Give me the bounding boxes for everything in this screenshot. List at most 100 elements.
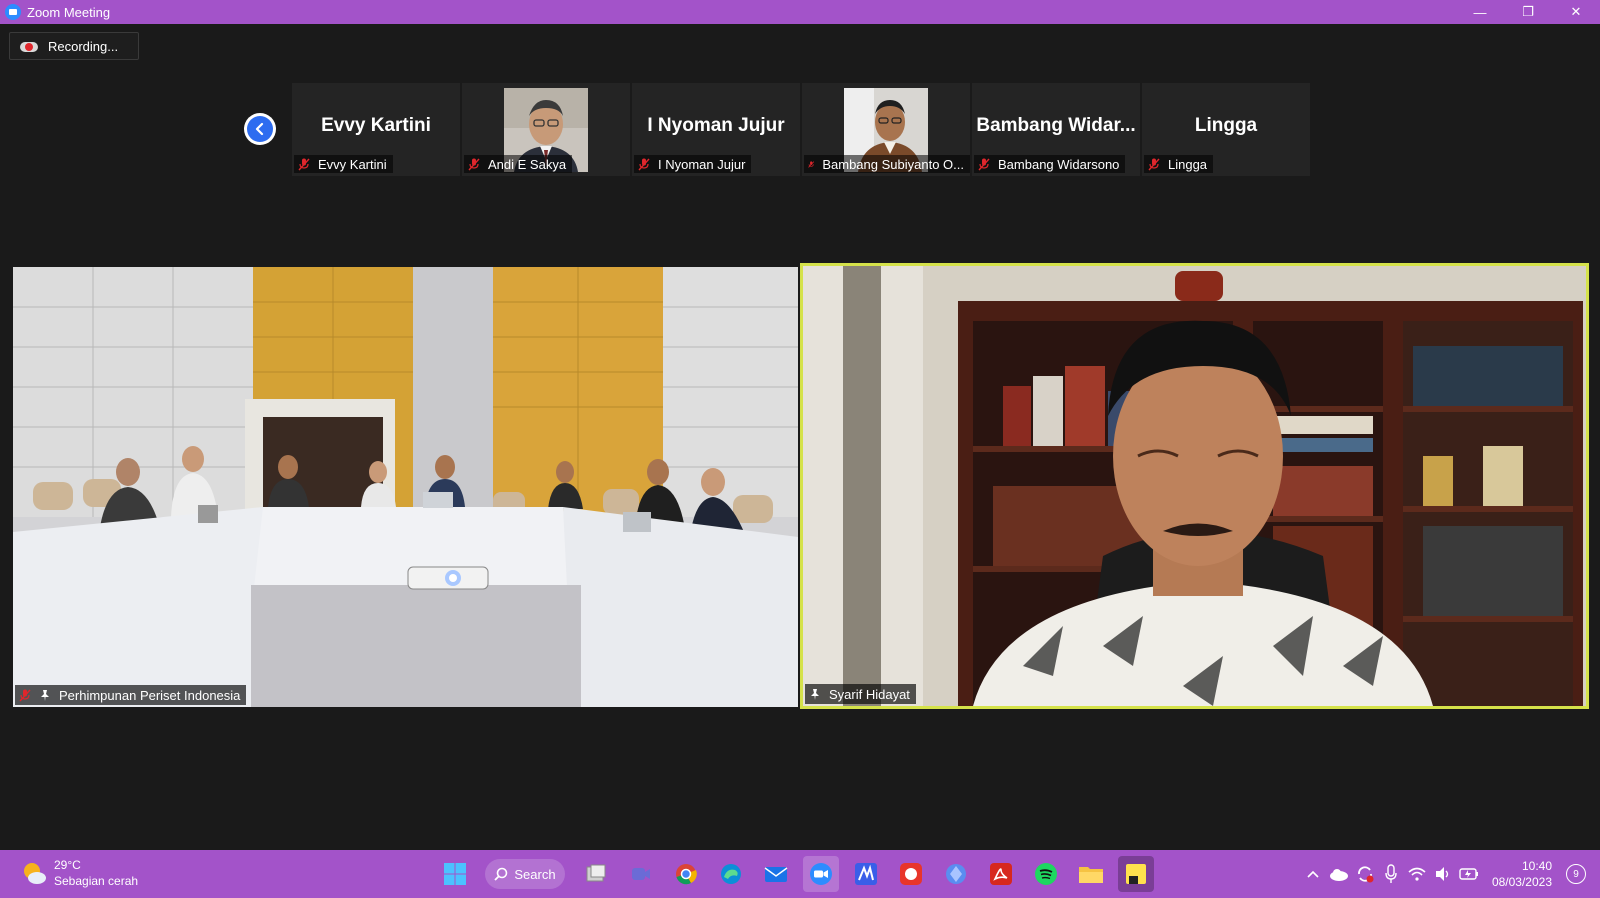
- muted-mic-icon: [298, 158, 310, 170]
- conference-room-scene: [13, 267, 798, 707]
- search-icon: [494, 867, 508, 881]
- partly-sunny-icon: [24, 863, 46, 884]
- windows-taskbar: 29°C Sebagian cerah Search 10:40 08/03/2…: [0, 850, 1600, 898]
- system-tray: 10:40 08/03/2023 9: [1300, 850, 1600, 898]
- show-hidden-icons-button[interactable]: [1303, 864, 1323, 884]
- folder-icon: [1078, 867, 1103, 883]
- video-name-label: Perhimpunan Periset Indonesia: [15, 685, 247, 705]
- tray-sync[interactable]: [1355, 864, 1375, 884]
- participant-display-name: Bambang Widar...: [976, 115, 1136, 136]
- taskbar-sticky-notes[interactable]: [1117, 856, 1154, 892]
- video-name-label: Syarif Hidayat: [805, 684, 916, 704]
- tray-onedrive[interactable]: [1329, 864, 1349, 884]
- clock-time: 10:40: [1521, 859, 1552, 873]
- chevron-up-icon: [1307, 870, 1319, 878]
- weather-temperature: 29°C: [54, 858, 81, 872]
- taskbar-spotify[interactable]: [1028, 856, 1064, 892]
- participant-display-name: I Nyoman Jujur: [647, 115, 785, 136]
- muted-mic-icon: [468, 158, 480, 170]
- sticky-notes-icon: [1125, 864, 1146, 884]
- tray-battery[interactable]: [1459, 864, 1479, 884]
- taskbar-edge[interactable]: [713, 856, 749, 892]
- muted-mic-icon: [978, 158, 990, 170]
- battery-charging-icon: [1459, 868, 1478, 880]
- taskbar-apps: Search: [432, 856, 1158, 892]
- participant-label-text: I Nyoman Jujur: [658, 156, 746, 172]
- acrobat-icon: [989, 863, 1012, 885]
- taskbar-acrobat[interactable]: [983, 856, 1019, 892]
- taskbar-app-zotero[interactable]: [848, 856, 884, 892]
- participant-name-label: I Nyoman Jujur: [634, 155, 752, 173]
- title-bar: Zoom Meeting — ❐ ✕: [0, 0, 1600, 24]
- participant-gallery-strip: Evvy Kartini Evvy Kartini Andi E Sakya I…: [292, 83, 1312, 176]
- task-view-icon: [586, 864, 605, 882]
- pin-icon: [41, 689, 49, 701]
- participant-tile[interactable]: Bambang Subiyanto O...: [802, 83, 970, 176]
- start-button[interactable]: [437, 856, 473, 892]
- taskbar-task-view[interactable]: [578, 856, 614, 892]
- window-title: Zoom Meeting: [27, 4, 111, 20]
- taskbar-app-red[interactable]: [893, 856, 929, 892]
- taskbar-teams-chat[interactable]: [623, 856, 659, 892]
- muted-mic-icon: [638, 158, 650, 170]
- participant-name-label: Lingga: [1144, 155, 1214, 173]
- notification-center-badge[interactable]: 9: [1566, 864, 1586, 884]
- participant-label-text: Bambang Widarsono: [998, 156, 1120, 172]
- taskbar-mail[interactable]: [758, 856, 794, 892]
- video-chat-icon: [631, 868, 650, 880]
- gallery-previous-button[interactable]: [244, 113, 276, 145]
- muted-mic-icon: [1148, 158, 1160, 170]
- pin-icon: [811, 688, 819, 700]
- minimize-button[interactable]: —: [1456, 0, 1504, 24]
- search-label: Search: [514, 866, 556, 882]
- participant-tile[interactable]: Bambang Widar... Bambang Widarsono: [972, 83, 1140, 176]
- chrome-icon: [675, 864, 697, 885]
- recording-indicator[interactable]: Recording...: [9, 32, 139, 60]
- close-button[interactable]: ✕: [1552, 0, 1600, 24]
- edge-icon: [720, 864, 741, 884]
- recording-label: Recording...: [48, 38, 119, 54]
- video-label-text: Syarif Hidayat: [829, 686, 910, 702]
- participant-tile[interactable]: Evvy Kartini Evvy Kartini: [292, 83, 460, 176]
- taskbar-file-explorer[interactable]: [1073, 856, 1109, 892]
- taskbar-clock[interactable]: 10:40 08/03/2023: [1492, 858, 1552, 890]
- clock-date: 08/03/2023: [1491, 875, 1552, 889]
- video-feed-conference-room[interactable]: Perhimpunan Periset Indonesia: [13, 267, 798, 707]
- weather-description: Sebagian cerah: [54, 874, 139, 888]
- recording-cloud-icon: [20, 39, 38, 53]
- tray-volume[interactable]: [1433, 864, 1453, 884]
- microphone-icon: [1385, 864, 1397, 883]
- taskbar-zoom[interactable]: [802, 856, 839, 892]
- muted-mic-icon: [19, 689, 31, 701]
- participant-display-name: Evvy Kartini: [321, 115, 431, 136]
- participant-name-label: Andi E Sakya: [464, 155, 573, 173]
- volume-icon: [1435, 867, 1449, 881]
- participant-tile[interactable]: Lingga Lingga: [1142, 83, 1310, 176]
- participant-label-text: Andi E Sakya: [488, 156, 567, 172]
- participant-tile[interactable]: Andi E Sakya: [462, 83, 630, 176]
- window-controls: — ❐ ✕: [1456, 0, 1600, 24]
- app-blue-icon: [945, 864, 966, 884]
- tray-wifi[interactable]: [1407, 864, 1427, 884]
- speaker-scene: [803, 266, 1586, 706]
- spotify-icon: [1034, 863, 1057, 885]
- zoom-app-icon: [5, 4, 21, 20]
- wifi-icon: [1408, 867, 1426, 881]
- participant-tile[interactable]: I Nyoman Jujur I Nyoman Jujur: [632, 83, 800, 176]
- windows-logo-icon: [443, 863, 466, 885]
- weather-widget[interactable]: 29°C Sebagian cerah: [20, 857, 138, 889]
- participant-name-label: Bambang Widarsono: [974, 155, 1126, 173]
- video-label-text: Perhimpunan Periset Indonesia: [59, 687, 241, 703]
- taskbar-search-button[interactable]: Search: [485, 859, 565, 889]
- video-feed-active-speaker[interactable]: Syarif Hidayat: [800, 263, 1589, 709]
- restore-button[interactable]: ❐: [1504, 0, 1552, 24]
- participant-name-label: Evvy Kartini: [294, 155, 393, 173]
- app-red-icon: [899, 863, 922, 885]
- participant-display-name: Lingga: [1194, 115, 1258, 136]
- tray-microphone[interactable]: [1381, 864, 1401, 884]
- participant-label-text: Evvy Kartini: [318, 156, 387, 172]
- taskbar-chrome[interactable]: [668, 856, 704, 892]
- taskbar-app-blue[interactable]: [938, 856, 974, 892]
- muted-mic-icon: [808, 160, 815, 168]
- sync-icon: [1358, 866, 1374, 883]
